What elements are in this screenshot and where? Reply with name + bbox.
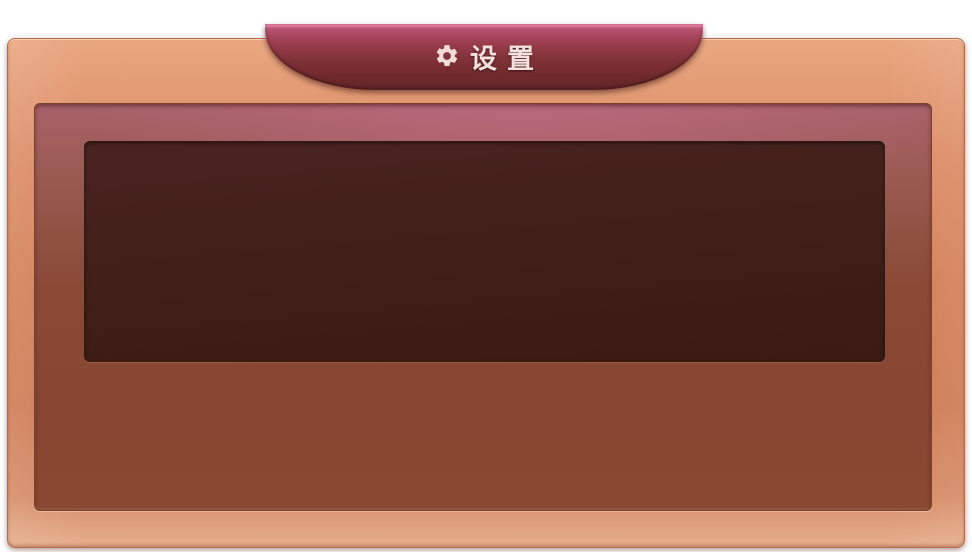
window-title: 设置 [470,43,544,75]
gear-icon [434,43,460,69]
display-area [84,141,885,362]
settings-window: 设置 [0,0,972,552]
title-tab: 设置 [265,24,703,90]
title-bar: 设置 [265,25,703,87]
